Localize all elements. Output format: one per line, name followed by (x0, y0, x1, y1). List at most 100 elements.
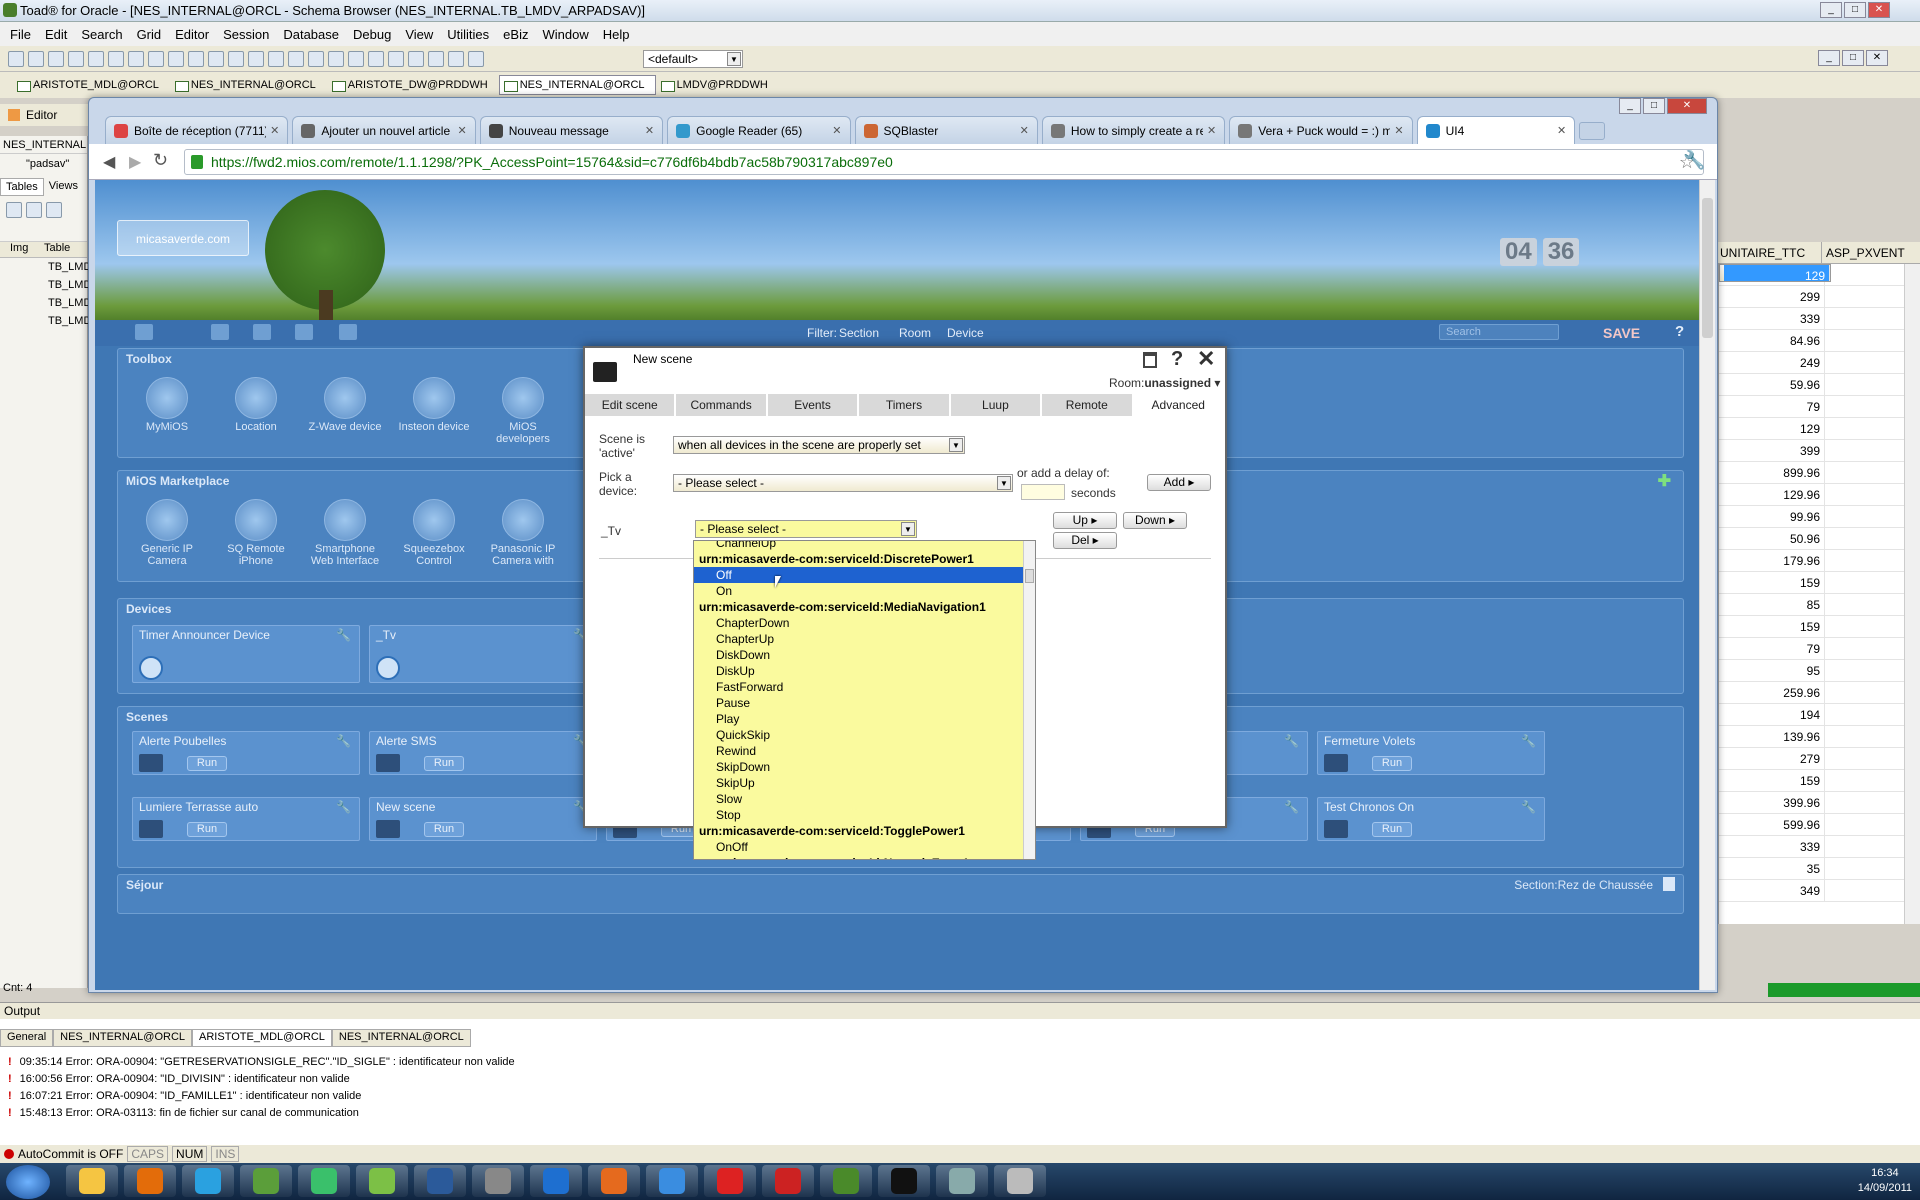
chrome-close-button[interactable]: ✕ (1667, 98, 1707, 114)
menu-search[interactable]: Search (81, 27, 122, 42)
tool-icon[interactable] (339, 324, 357, 340)
tool-icon[interactable] (135, 324, 153, 340)
grid-row[interactable]: 339 (1719, 308, 1904, 330)
output-tab[interactable]: NES_INTERNAL@ORCL (53, 1029, 193, 1047)
dialog-tab[interactable]: Luup (951, 394, 1043, 416)
dropdown-option[interactable]: FastForward (694, 679, 1035, 695)
taskbar-app-button[interactable] (414, 1165, 466, 1197)
dialog-tab[interactable]: Commands (676, 394, 768, 416)
trash-icon[interactable] (1663, 877, 1675, 891)
pick-device-select[interactable]: - Please select - ▼ (673, 474, 1013, 492)
taskbar-app-button[interactable] (704, 1165, 756, 1197)
taskbar-app-button[interactable] (878, 1165, 930, 1197)
dropdown-option[interactable]: OnOff (694, 839, 1035, 855)
output-tab[interactable]: General (0, 1029, 54, 1047)
dropdown-option[interactable]: Pause (694, 695, 1035, 711)
browser-tab[interactable]: Nouveau message ✕ (479, 116, 664, 144)
tool-icon[interactable] (328, 51, 344, 67)
menu-grid[interactable]: Grid (137, 27, 162, 42)
grid-row[interactable]: 159 (1719, 616, 1904, 638)
run-button[interactable]: Run (1372, 756, 1412, 771)
taskbar-app-button[interactable] (530, 1165, 582, 1197)
toolbox-item[interactable]: MyMiOS (126, 377, 208, 433)
menu-file[interactable]: File (10, 27, 31, 42)
tool-icon[interactable] (68, 51, 84, 67)
sejour-section-label[interactable]: Section:Rez de Chaussée (1514, 878, 1653, 892)
wrench-icon[interactable]: 🔧 (336, 734, 351, 748)
grid-col-unitaire-ttc[interactable]: UNITAIRE_TTC (1718, 242, 1822, 263)
dropdown-option[interactable]: ChapterDown (694, 615, 1035, 631)
table-row[interactable]: TB_LMD (0, 294, 91, 312)
tool-icon[interactable] (268, 51, 284, 67)
scene-card[interactable]: Fermeture Volets 🔧 Run (1317, 731, 1545, 775)
plus-icon[interactable]: ✚ (1658, 471, 1671, 491)
reload-icon[interactable]: ↻ (153, 150, 168, 171)
grid-col-asp-pxvent[interactable]: ASP_PXVENT (1822, 242, 1905, 263)
tool-icon[interactable] (408, 51, 424, 67)
tab-close-icon[interactable]: ✕ (645, 124, 654, 137)
grid-row[interactable]: 50.96 (1719, 528, 1904, 550)
mdi-restore-button[interactable]: □ (1842, 50, 1864, 66)
menu-window[interactable]: Window (542, 27, 588, 42)
scene-card[interactable]: Alerte Poubelles 🔧 Run (132, 731, 360, 775)
taskbar-app-button[interactable] (472, 1165, 524, 1197)
browser-tab[interactable]: Google Reader (65) ✕ (667, 116, 851, 144)
maximize-button[interactable]: □ (1844, 2, 1866, 18)
tool-icon[interactable] (48, 51, 64, 67)
connection-tab[interactable]: ARISTOTE_DW@PRDDWH (327, 75, 499, 95)
tool-icon[interactable] (28, 51, 44, 67)
tool-icon[interactable] (248, 51, 264, 67)
scene-card[interactable]: Test Chronos On 🔧 Run (1317, 797, 1545, 841)
menu-ebiz[interactable]: eBiz (503, 27, 528, 42)
taskbar-app-button[interactable] (298, 1165, 350, 1197)
taskbar-app-button[interactable] (356, 1165, 408, 1197)
close-button[interactable]: ✕ (1868, 2, 1890, 18)
dropdown-option[interactable]: SkipDown (694, 759, 1035, 775)
grid-row[interactable]: 35 (1719, 858, 1904, 880)
taskbar-app-button[interactable] (66, 1165, 118, 1197)
connection-tab[interactable]: ARISTOTE_MDL@ORCL (12, 75, 170, 95)
tool-icon[interactable] (253, 324, 271, 340)
tool-icon[interactable] (8, 51, 24, 67)
grid-row[interactable]: 299 (1719, 286, 1904, 308)
taskbar-app-button[interactable] (240, 1165, 292, 1197)
menu-debug[interactable]: Debug (353, 27, 391, 42)
toolbox-item[interactable]: Location (215, 377, 297, 433)
menu-help[interactable]: Help (603, 27, 630, 42)
toolbox-item[interactable]: SQ Remote iPhone (215, 499, 297, 567)
down-button[interactable]: Down ▸ (1123, 512, 1187, 529)
delay-input[interactable] (1021, 484, 1065, 500)
device-card[interactable]: Timer Announcer Device 🔧 (132, 625, 360, 683)
dropdown-option[interactable]: On (694, 583, 1035, 599)
run-button[interactable]: Run (187, 756, 227, 771)
taskbar-app-button[interactable] (820, 1165, 872, 1197)
dropdown-option[interactable]: ChannelUp (694, 541, 1035, 551)
address-bar[interactable]: https://fwd2.mios.com/remote/1.1.1298/?P… (184, 149, 1704, 175)
grid-row[interactable]: 99.96 (1719, 506, 1904, 528)
mdi-close-button[interactable]: ✕ (1866, 50, 1888, 66)
connection-tab[interactable]: LMDV@PRDDWH (656, 75, 779, 95)
chrome-maximize-button[interactable]: □ (1643, 98, 1665, 114)
schema-selector[interactable]: NES_INTERNAL (0, 136, 87, 154)
connection-tab[interactable]: NES_INTERNAL@ORCL (170, 75, 327, 95)
wrench-icon[interactable]: 🔧 (1521, 734, 1536, 748)
run-button[interactable]: Run (1372, 822, 1412, 837)
run-button[interactable]: Run (187, 822, 227, 837)
toolbox-item[interactable]: Generic IP Camera (126, 499, 208, 567)
taskbar-app-button[interactable] (124, 1165, 176, 1197)
grid-row[interactable]: 129 (1719, 264, 1831, 283)
scene-card[interactable]: New scene 🔧 Run (369, 797, 597, 841)
dropdown-option[interactable]: ChapterUp (694, 631, 1035, 647)
taskbar-app-button[interactable] (762, 1165, 814, 1197)
save-button[interactable]: SAVE (1603, 325, 1640, 341)
table-row[interactable]: TB_LMD (0, 312, 91, 330)
grid-row[interactable]: 279 (1719, 748, 1904, 770)
add-button[interactable]: Add ▸ (1147, 474, 1211, 491)
grid-row[interactable]: 84.96 (1719, 330, 1904, 352)
grid-row[interactable]: 95 (1719, 660, 1904, 682)
toolbar-default-select[interactable]: <default> ▼ (643, 50, 743, 68)
taskbar-app-button[interactable] (182, 1165, 234, 1197)
grid-row[interactable]: 129.96 (1719, 484, 1904, 506)
new-tab-button[interactable] (1579, 122, 1606, 140)
grid-row[interactable]: 599.96 (1719, 814, 1904, 836)
